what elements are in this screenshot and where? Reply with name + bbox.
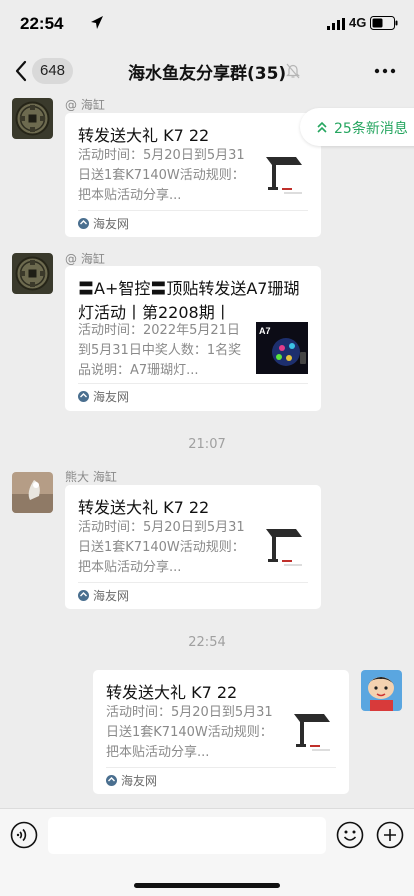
card-title: 〓A+智控〓顶贴转发送A7珊瑚灯活动丨第2208期丨 — [78, 279, 300, 322]
card-source: 海友网 — [121, 774, 158, 788]
emoji-icon[interactable] — [336, 821, 364, 849]
message-text-input[interactable] — [48, 817, 326, 854]
source-logo-icon — [78, 590, 89, 601]
link-card[interactable]: 转发送大礼 K7 22 活动时间：5月20日到5月31日送1套K7140W活动规… — [65, 113, 321, 237]
back-unread-count[interactable]: 648 — [32, 58, 74, 84]
card-title: 转发送大礼 K7 22 — [78, 126, 210, 145]
card-source: 海友网 — [93, 217, 130, 231]
nav-bar: 648 海水鱼友分享群(35) — [0, 48, 414, 94]
coin-avatar-image — [12, 98, 53, 139]
source-logo-icon — [78, 218, 89, 229]
card-description: 活动时间：5月20日到5月31日送1套K7140W活动规则：把本贴活动分享... — [78, 148, 245, 203]
sender-avatar[interactable] — [12, 98, 53, 139]
source-logo-icon — [78, 391, 89, 402]
coral-lamp-thumbnail — [256, 151, 308, 203]
card-description: 活动时间：5月20日到5月31日送1套K7140W活动规则：把本贴活动分享... — [78, 520, 245, 575]
sender-name: 熊大 海缸 — [65, 470, 117, 484]
card-source: 海友网 — [93, 589, 130, 603]
status-bar: 22:54 4G — [0, 0, 414, 48]
back-chevron-icon[interactable] — [14, 60, 28, 82]
card-description: 活动时间：2022年5月21日到5月31日中奖人数：1名奖品说明：A7珊瑚灯..… — [78, 323, 242, 378]
photo-avatar-image — [12, 472, 53, 513]
chat-message-list[interactable]: @ 海缸 转发送大礼 K7 22 活动时间：5月20日到5月31日送1套K714… — [0, 94, 414, 808]
card-title: 转发送大礼 K7 22 — [78, 498, 210, 517]
message-timestamp: 22:54 — [188, 635, 226, 650]
home-indicator — [134, 883, 280, 888]
card-description: 活动时间：5月20日到5月31日送1套K7140W活动规则：把本贴活动分享... — [106, 705, 273, 760]
location-arrow-icon — [91, 16, 103, 29]
sender-name: @ 海缸 — [65, 98, 105, 112]
signal-bars-icon — [327, 18, 345, 30]
sender-name: @ 海缸 — [65, 252, 105, 266]
more-options-icon[interactable] — [374, 68, 396, 74]
new-messages-label: 25条新消息 — [334, 121, 408, 137]
thumb-label: A7 — [259, 326, 271, 336]
source-logo-icon — [106, 775, 117, 786]
card-source: 海友网 — [93, 390, 130, 404]
voice-input-icon[interactable] — [10, 821, 38, 849]
a7-lamp-thumbnail: A7 — [256, 322, 308, 374]
card-title: 转发送大礼 K7 22 — [106, 683, 238, 702]
card-divider — [78, 383, 308, 384]
sender-avatar[interactable] — [12, 253, 53, 294]
link-card[interactable]: 转发送大礼 K7 22 活动时间：5月20日到5月31日送1套K7140W活动规… — [65, 485, 321, 609]
coin-avatar-image — [12, 253, 53, 294]
mute-bell-icon — [286, 63, 300, 79]
double-chevron-up-icon — [317, 121, 327, 133]
chat-title: 海水鱼友分享群(35) — [128, 64, 287, 84]
link-card-self[interactable]: 转发送大礼 K7 22 活动时间：5月20日到5月31日送1套K7140W活动规… — [93, 670, 349, 794]
message-timestamp: 21:07 — [188, 437, 226, 452]
cartoon-avatar-image — [361, 670, 402, 711]
card-divider — [78, 210, 308, 211]
coral-lamp-thumbnail — [284, 708, 336, 760]
plus-icon[interactable] — [376, 821, 404, 849]
card-divider — [106, 767, 336, 768]
status-time: 22:54 — [20, 14, 64, 33]
card-divider — [78, 582, 308, 583]
link-card[interactable]: 〓A+智控〓顶贴转发送A7珊瑚灯活动丨第2208期丨 活动时间：2022年5月2… — [65, 266, 321, 411]
self-avatar[interactable] — [361, 670, 402, 711]
coral-lamp-thumbnail — [256, 523, 308, 575]
new-messages-button[interactable]: 25条新消息 — [300, 108, 414, 146]
network-type: 4G — [349, 15, 367, 30]
battery-icon — [370, 16, 398, 30]
sender-avatar[interactable] — [12, 472, 53, 513]
